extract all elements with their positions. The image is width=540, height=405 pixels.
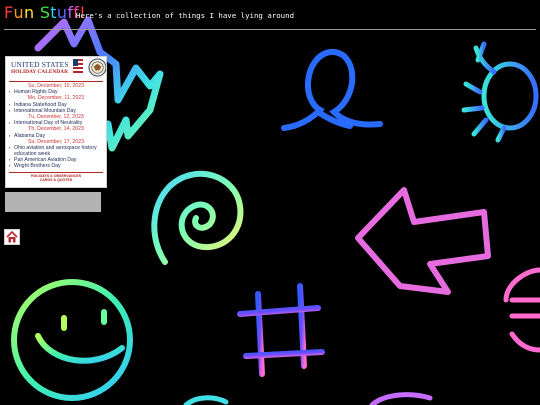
title-letter: u [13,3,24,22]
us-seal-icon [88,58,106,77]
calendar-country: UNITED STATES [11,60,69,69]
title-letter: S [39,3,51,22]
title-letter: n [23,3,35,22]
home-icon [6,230,18,243]
title-letter: t [50,3,57,22]
calendar-event-link[interactable]: Ohio aviation and aerospace history educ… [9,145,103,157]
calendar-event-link[interactable]: Human Rights Day [9,89,103,95]
header-divider [4,29,536,30]
calendar-footer[interactable]: HOLIDAYS & OBSERVANCES CARDS & QUOTES [9,172,103,183]
calendar-footer-line2[interactable]: CARDS & QUOTES [9,178,103,182]
smiley-doodle [11,279,133,401]
page-header: Fun Stuff! Here's a collection of things… [4,2,536,28]
loop-doodle [281,49,383,131]
spiral-doodle [151,170,244,265]
bottom-squiggle [369,392,433,405]
bottom-squiggle-2 [183,395,229,405]
calendar-event-list: Su, December, 10, 2023Human Rights DayMo… [6,82,106,169]
page-title: Fun Stuff! [4,3,86,22]
mushroom-doodle [503,267,540,353]
title-letter: F [4,3,14,22]
calendar-event-link[interactable]: International Day of Neutrality [9,120,103,126]
blank-gray-panel [5,192,101,212]
hash-doodle [237,283,325,377]
page-subtitle: Here's a collection of things I have lyi… [76,11,295,20]
us-flag-icon [73,59,83,75]
holiday-calendar-widget[interactable]: UNITED STATES HOLIDAY CALENDAR Su, Decem… [5,56,107,188]
home-button[interactable] [4,229,20,245]
arrow-doodle [355,187,491,295]
calendar-heading: HOLIDAY CALENDAR [11,69,68,75]
calendar-event-link[interactable]: International Mountain Day [9,108,103,114]
title-letter: u [56,3,68,22]
calendar-header: UNITED STATES HOLIDAY CALENDAR [9,57,106,81]
bug-doodle [461,41,539,143]
calendar-event-link[interactable]: Alabama Day [9,133,103,139]
calendar-event-link[interactable]: Wright Brothers Day [9,163,103,169]
